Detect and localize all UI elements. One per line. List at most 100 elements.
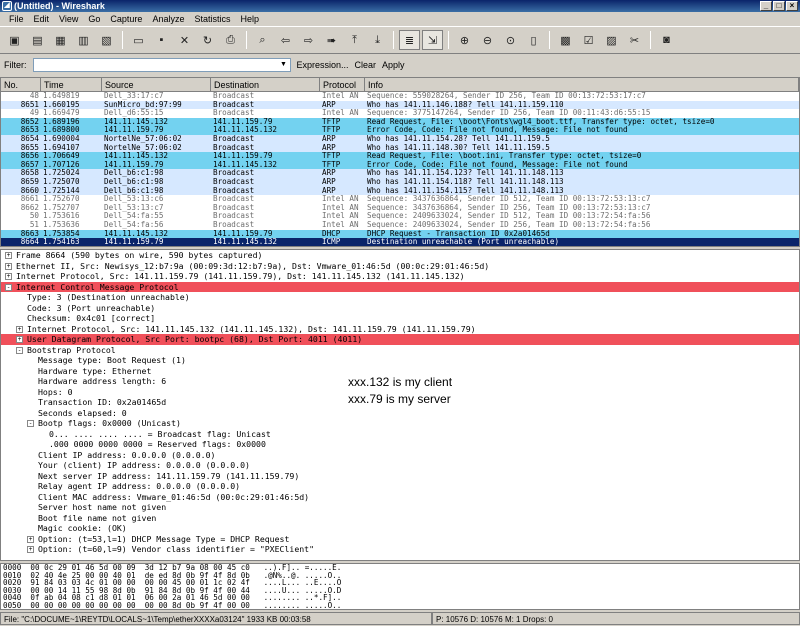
clear-button[interactable]: Clear [355,60,377,70]
detail-line[interactable]: - Internet Control Message Protocol [1,281,799,292]
detail-line[interactable]: Boot file name not given [1,513,799,524]
packet-row[interactable]: 8664 1.754163 141.11.159.79 141.11.145.132 I… [1,238,799,246]
packet-list-pane[interactable]: No. Time Source Destination Protocol Inf… [0,77,800,247]
go-to-packet-icon[interactable]: ➠ [321,30,342,50]
packet-row[interactable]: 8658 1.725024 Dell_b6:c1:98 Broadcast ARP Who… [1,169,799,178]
packet-row[interactable]: 8663 1.753854 141.11.145.132 141.11.159.79 D… [1,229,799,239]
detail-line[interactable]: + Internet Protocol, Src: 141.11.159.79 (… [1,271,799,282]
start-capture-icon[interactable]: ▦ [50,30,71,50]
expand-icon[interactable]: + [16,336,23,343]
coloring-rules-icon[interactable]: ▨ [601,30,622,50]
detail-line[interactable]: Magic cookie: (OK) [1,523,799,534]
reload-icon[interactable]: ↻ [197,30,218,50]
save-file-icon[interactable]: ▪ [151,30,172,50]
detail-line[interactable]: Client MAC address: Vmware_01:46:5d (00:… [1,492,799,503]
stop-capture-icon[interactable]: ▧ [96,30,117,50]
collapse-icon[interactable]: - [16,346,23,354]
chevron-down-icon[interactable]: ▼ [278,59,290,71]
detail-line[interactable]: + Frame 8664 (590 bytes on wire, 590 byte… [1,250,799,261]
menu-view[interactable]: View [54,12,83,26]
column-header-info[interactable]: Info [365,78,799,91]
column-header-time[interactable]: Time [41,78,102,91]
packet-row[interactable]: 8656 1.706649 141.11.145.132 141.11.159.79 T… [1,152,799,161]
preferences-icon[interactable]: ✂ [624,30,645,50]
detail-line[interactable]: - Bootstrap Protocol [1,345,799,356]
detail-line[interactable]: Your (client) IP address: 0.0.0.0 (0.0.0… [1,460,799,471]
menu-edit[interactable]: Edit [29,12,55,26]
capture-options-icon[interactable]: ▤ [27,30,48,50]
detail-line[interactable]: Type: 3 (Destination unreachable) [1,292,799,303]
maximize-icon[interactable]: □ [773,1,785,11]
expand-icon[interactable]: + [5,273,12,280]
minimize-icon[interactable]: _ [760,1,772,11]
filter-input[interactable]: ▼ [32,57,291,72]
detail-line[interactable]: Client IP address: 0.0.0.0 (0.0.0.0) [1,450,799,461]
detail-line[interactable]: 0... .... .... .... = Broadcast flag: Un… [1,429,799,440]
packet-row[interactable]: 51 1.753636 Dell_54:fa:56 Broadcast Intel AN… [1,220,799,230]
hex-line[interactable]: 0050 00 00 00 00 00 00 00 00 00 00 8d 0b… [1,602,799,609]
packet-row[interactable]: 49 1.669479 Dell_d6:55:15 Broadcast Intel AN… [1,109,799,118]
display-filters-icon[interactable]: ☑ [578,30,599,50]
packet-row[interactable]: 8661 1.752670 Dell_53:13:c6 Broadcast Intel … [1,195,799,204]
packet-row[interactable]: 50 1.753616 Dell_54:fa:55 Broadcast Intel AN… [1,212,799,221]
detail-line[interactable]: + Option: (t=53,l=1) DHCP Message Type = … [1,534,799,545]
packet-row[interactable]: 8655 1.694107 NortelNe_57:06:02 Broadcast AR… [1,143,799,153]
zoom-normal-icon[interactable]: ⊙ [500,30,521,50]
menu-help[interactable]: Help [235,12,264,26]
detail-line[interactable]: + Internet Protocol, Src: 141.11.145.132 … [1,324,799,335]
zoom-out-icon[interactable]: ⊖ [477,30,498,50]
detail-line[interactable]: Code: 3 (Port unreachable) [1,303,799,314]
packet-row[interactable]: 8662 1.752707 Dell_53:13:c7 Broadcast Intel … [1,203,799,213]
packet-row[interactable]: 8651 1.660195 SunMicro_bd:97:99 Broadcast AR… [1,100,799,110]
packet-row[interactable]: 8654 1.690004 NortelNe_57:06:02 Broadcast AR… [1,134,799,144]
find-packet-icon[interactable]: ⌕ [252,30,273,50]
column-header-destination[interactable]: Destination [211,78,320,91]
collapse-icon[interactable]: - [5,283,12,291]
go-back-icon[interactable]: ⇦ [275,30,296,50]
close-file-icon[interactable]: ✕ [174,30,195,50]
go-forward-icon[interactable]: ⇨ [298,30,319,50]
resize-columns-icon[interactable]: ▯ [523,30,544,50]
expand-icon[interactable]: + [5,262,12,270]
apply-button[interactable]: Apply [382,60,405,70]
packet-row[interactable]: 8652 1.689196 141.11.145.132 141.11.159.79 T… [1,117,799,127]
collapse-icon[interactable]: - [27,420,34,427]
packet-row[interactable]: 8659 1.725070 Dell_b6:c1:98 Broadcast ARP Who… [1,177,799,187]
detail-line[interactable]: + Option: (t=60,l=9) Vendor class identif… [1,544,799,555]
detail-line[interactable]: + Ethernet II, Src: Newisys_12:b7:9a (00:… [1,261,799,272]
detail-line[interactable]: - Bootp flags: 0x0000 (Unicast) [1,418,799,429]
expand-icon[interactable]: + [5,252,12,259]
column-header-source[interactable]: Source [102,78,211,91]
menu-file[interactable]: File [4,12,29,26]
packet-row[interactable]: 8660 1.725144 Dell_b6:c1:98 Broadcast ARP Who… [1,186,799,196]
detail-line[interactable]: Server host name not given [1,502,799,513]
colorize-icon[interactable]: ≣ [399,30,420,50]
go-last-icon[interactable]: ⤓ [367,30,388,50]
menu-go[interactable]: Go [83,12,105,26]
detail-line[interactable]: Message type: Boot Request (1) [1,355,799,366]
menu-analyze[interactable]: Analyze [147,12,189,26]
auto-scroll-icon[interactable]: ⇲ [422,30,443,50]
restart-capture-icon[interactable]: ▥ [73,30,94,50]
column-header-protocol[interactable]: Protocol [320,78,365,91]
column-header-no[interactable]: No. [1,78,41,91]
packet-row[interactable]: 8657 1.707126 141.11.159.79 141.11.145.132 T… [1,160,799,170]
print-icon[interactable]: ⎙ [220,30,241,50]
open-file-icon[interactable]: ▭ [128,30,149,50]
expand-icon[interactable]: + [27,546,34,553]
packet-bytes-pane[interactable]: 0000 00 0c 29 01 46 5d 00 09 3d 12 b7 9a… [0,563,800,610]
go-first-icon[interactable]: ⤒ [344,30,365,50]
menu-statistics[interactable]: Statistics [189,12,235,26]
detail-line[interactable]: .000 0000 0000 0000 = Reserved flags: 0x… [1,439,799,450]
close-icon[interactable]: × [786,1,798,11]
expand-icon[interactable]: + [16,325,23,333]
detail-line[interactable]: Next server IP address: 141.11.159.79 (1… [1,471,799,482]
detail-line[interactable]: Checksum: 0x4c01 [correct] [1,313,799,324]
detail-line[interactable]: + User Datagram Protocol, Src Port: bootp… [1,334,799,345]
detail-line[interactable]: Seconds elapsed: 0 [1,408,799,419]
packet-row[interactable]: 8653 1.689800 141.11.159.79 141.11.145.132 T… [1,126,799,135]
capture-filters-icon[interactable]: ▩ [555,30,576,50]
expression-button[interactable]: Expression... [297,60,349,70]
help-icon[interactable]: ◙ [656,30,677,50]
packet-row[interactable]: 48 1.649819 Dell_33:17:c7 Broadcast Intel AN… [1,92,799,101]
